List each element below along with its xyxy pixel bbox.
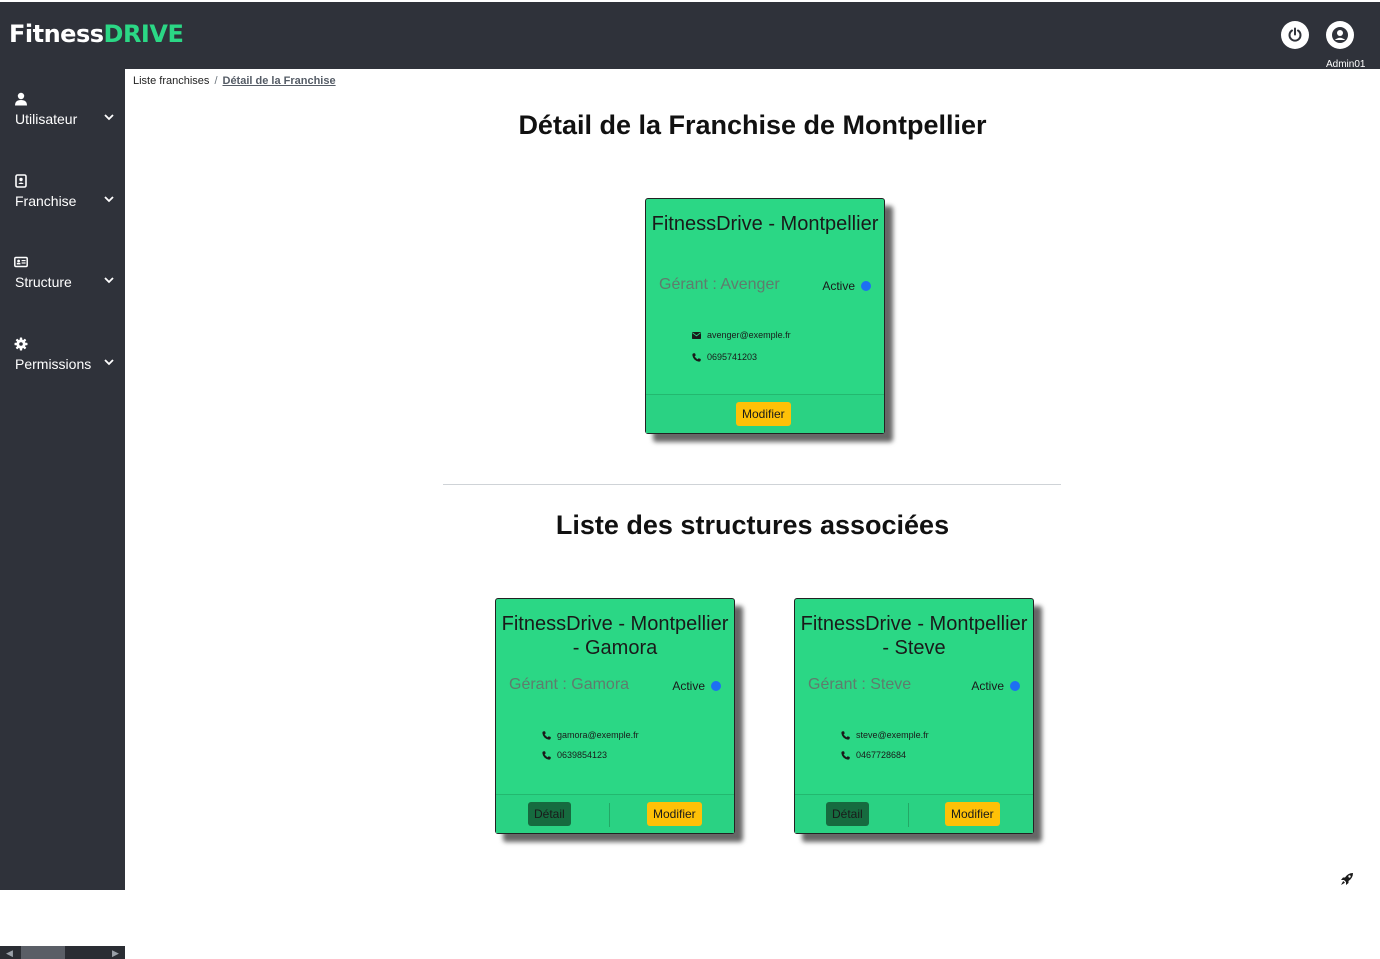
sidebar-item-permissions[interactable]: Permissions [0,337,125,397]
chevron-down-icon[interactable] [104,275,114,285]
sidebar: Utilisateur Franchise Structure Permissi… [0,69,125,959]
brand-name-part1: Fitness [9,20,104,48]
email-text: gamora@exemple.fr [557,730,639,740]
breadcrumb: Liste franchises / Détail de la Franchise [133,75,336,87]
card-manager: Gérant : Steve [808,676,912,693]
page-title: Détail de la Franchise de Montpellier [518,110,987,140]
breadcrumb-current[interactable]: Détail de la Franchise [223,75,336,87]
modify-button[interactable]: Modifier [736,402,791,426]
modify-button[interactable]: Modifier [647,802,702,826]
chevron-down-icon[interactable] [104,357,114,367]
breadcrumb-separator: / [214,75,218,87]
chevron-down-icon[interactable] [104,112,114,122]
scroll-left-icon[interactable]: ◀ [6,948,13,959]
sidebar-item-structure[interactable]: Structure [0,255,125,315]
card-title: FitnessDrive - Montpellier - Steve [800,613,1028,659]
address-book-icon [15,174,27,188]
phone-text: 0695741203 [707,352,758,362]
phone-text: 0639854123 [557,750,608,760]
card-footer: Détail Modifier [496,794,734,833]
brand-logo[interactable]: FitnessDRIVE [9,20,184,48]
id-card-icon [14,256,28,268]
card-title: FitnessDrive - Montpellier [651,213,879,235]
user-circle-icon [1332,27,1348,43]
footer-separator [609,803,610,827]
email-text: steve@exemple.fr [856,730,929,740]
section-divider [443,484,1061,485]
sidebar-item-utilisateur[interactable]: Utilisateur [0,92,125,152]
card-manager: Gérant : Avenger [659,276,780,293]
contact-email: steve@exemple.fr [841,730,929,740]
detail-button[interactable]: Détail [826,802,869,826]
status-label: Active [971,679,1004,693]
envelope-icon [692,331,701,339]
logout-button[interactable] [1281,21,1309,49]
structure-card: FitnessDrive - Montpellier - Gamora Géra… [495,598,735,834]
card-title: FitnessDrive - Montpellier - Gamora [501,613,729,659]
contact-phone: 0695741203 [692,352,757,362]
contact-email: avenger@exemple.fr [692,330,791,340]
admin-username: Admin01 [1326,59,1366,70]
gear-icon [14,337,28,351]
franchise-card: FitnessDrive - Montpellier Gérant : Aven… [645,198,885,434]
phone-icon [841,730,850,740]
status-label: Active [672,679,705,693]
phone-icon [841,750,850,760]
structure-card: FitnessDrive - Montpellier - Steve Géran… [794,598,1034,834]
power-icon [1288,27,1302,42]
card-footer: Modifier [646,394,884,433]
sidebar-item-label: Utilisateur [15,111,78,127]
phone-icon [692,352,701,362]
footer-separator [908,803,909,827]
sidebar-item-label: Structure [15,274,72,290]
phone-icon [542,730,551,740]
card-manager: Gérant : Gamora [509,676,630,693]
sidebar-item-label: Permissions [15,356,92,372]
card-footer: Détail Modifier [795,794,1033,833]
scrollbar-thumb[interactable] [21,946,65,959]
sidebar-scrollbar[interactable]: ◀ ▶ [0,946,125,959]
structures-section-title: Liste des structures associées [555,510,950,540]
phone-icon [542,750,551,760]
user-icon [15,92,27,106]
email-text: avenger@exemple.fr [707,330,791,340]
account-button[interactable] [1326,21,1354,49]
rocket-icon[interactable] [1340,872,1354,886]
chevron-down-icon[interactable] [104,194,114,204]
status-dot [861,281,871,291]
contact-phone: 0467728684 [841,750,906,760]
contact-phone: 0639854123 [542,750,607,760]
detail-button[interactable]: Détail [528,802,571,826]
brand-name-part2: DRIVE [103,20,184,48]
status-label: Active [822,279,855,293]
top-header: FitnessDRIVE Admin01 [0,2,1380,70]
scroll-right-icon[interactable]: ▶ [112,948,119,959]
status-dot [1010,681,1020,691]
modify-button[interactable]: Modifier [945,802,1000,826]
status-dot [711,681,721,691]
breadcrumb-parent-link[interactable]: Liste franchises [133,75,209,87]
phone-text: 0467728684 [856,750,907,760]
sidebar-item-franchise[interactable]: Franchise [0,174,125,234]
sidebar-item-label: Franchise [15,193,77,209]
contact-email: gamora@exemple.fr [542,730,639,740]
